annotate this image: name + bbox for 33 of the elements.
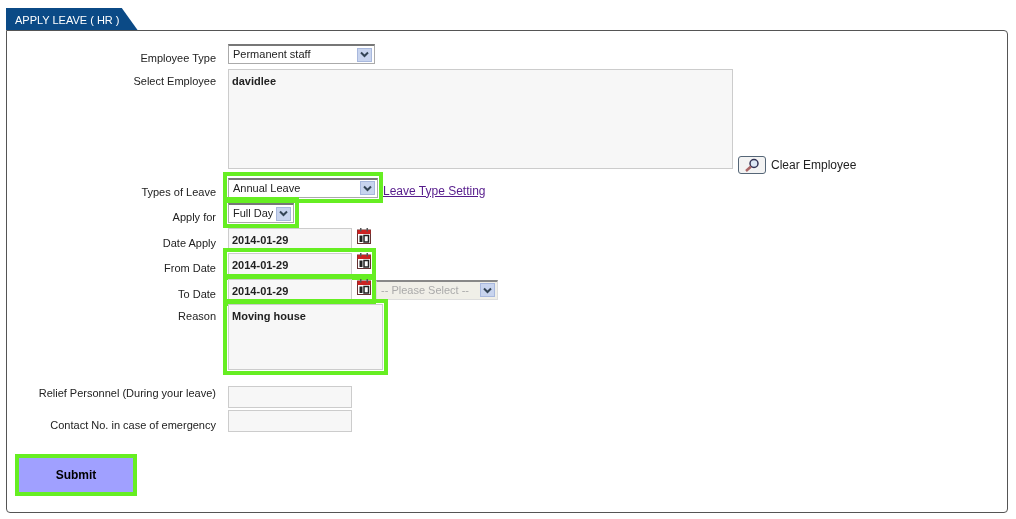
submit-button[interactable]: Submit	[15, 453, 137, 496]
search-button[interactable]	[738, 155, 766, 174]
caret-icon	[360, 181, 375, 195]
dropdown[interactable]: Annual Leave	[228, 177, 378, 198]
calendar-icon[interactable]	[357, 227, 371, 244]
leave-type-link[interactable]: Leave Type Setting	[383, 176, 486, 200]
field-label: Types of Leave	[140, 184, 216, 200]
search-icon	[744, 157, 760, 172]
caret-icon	[480, 283, 495, 297]
caret-icon	[357, 47, 372, 62]
date-field[interactable]: 2014-01-29	[228, 253, 352, 275]
field-label: Contact No. in case of emergency	[49, 418, 216, 433]
date-field[interactable]: 2014-01-29	[228, 227, 352, 250]
field-label: Relief Personnel (During your leave)	[37, 386, 216, 401]
field-label: Date Apply	[161, 235, 216, 251]
caret-icon	[276, 206, 291, 221]
calendar-icon[interactable]	[357, 253, 371, 269]
field-label: From Date	[163, 261, 216, 276]
text-field[interactable]	[228, 386, 352, 408]
field-label: Select Employee	[132, 73, 216, 89]
field-label: Employee Type	[139, 51, 216, 66]
field-label: Apply for	[171, 210, 216, 225]
text-field[interactable]	[228, 410, 352, 432]
text-area[interactable]: davidlee	[228, 68, 733, 169]
field-label: Reason	[177, 309, 216, 324]
dropdown[interactable]: Permanent staff	[228, 44, 375, 64]
field-label: To Date	[177, 286, 216, 302]
calendar-icon[interactable]	[357, 278, 371, 295]
date-field[interactable]: 2014-01-29	[228, 278, 352, 301]
clear-employee-label[interactable]: Clear Employee	[771, 155, 857, 174]
tab[interactable]: APPLY LEAVE ( HR )	[6, 8, 138, 30]
dropdown[interactable]: Full Day	[228, 203, 294, 223]
text-area[interactable]: Moving house	[228, 304, 383, 370]
